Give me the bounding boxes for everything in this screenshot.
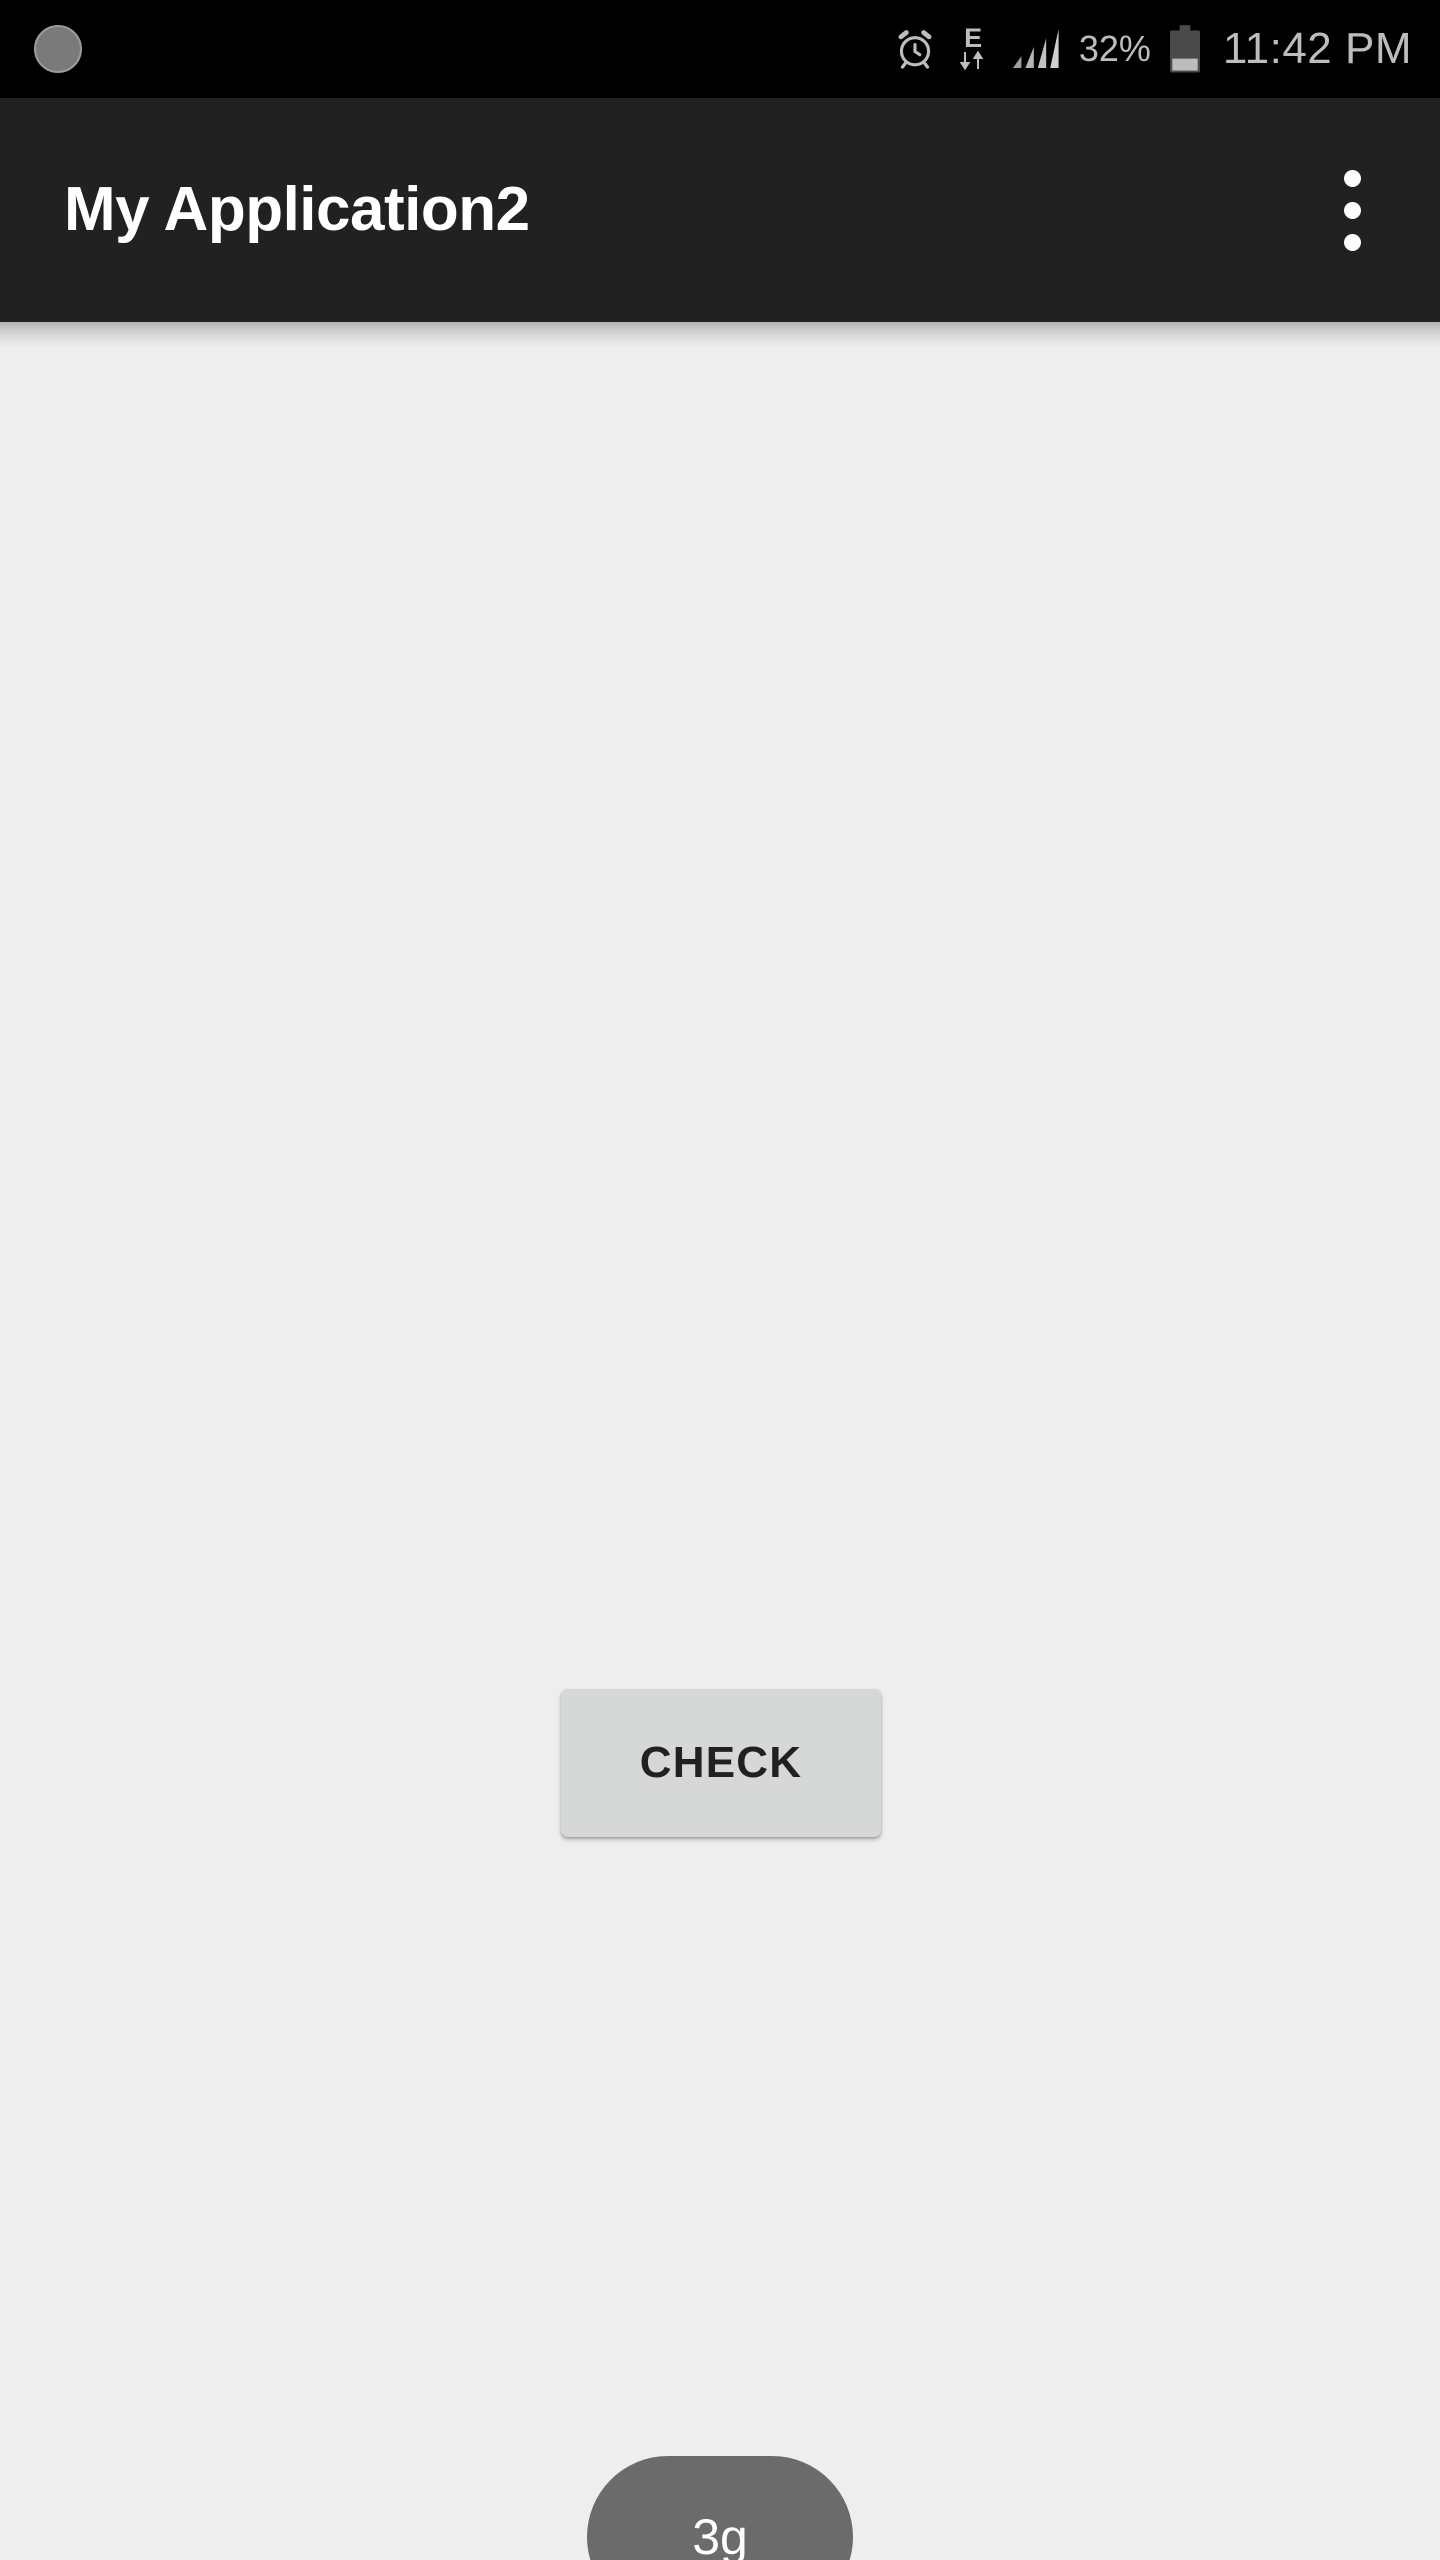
signal-bars-icon (1012, 29, 1059, 68)
status-bar-clock: 11:42 PM (1222, 24, 1412, 73)
circle-notification-icon (34, 25, 82, 73)
toolbar-shadow (0, 322, 1440, 348)
overflow-dot-3 (1343, 233, 1361, 251)
edge-data-icon: E (953, 23, 993, 71)
battery-icon (1169, 25, 1200, 73)
overflow-menu-icon[interactable] (1304, 162, 1400, 258)
main-content: CHECK 3g (0, 322, 1440, 2560)
status-bar-indicators: E 32% 11:42 PM (893, 24, 1412, 74)
status-bar[interactable]: E 32% 11:42 PM (0, 0, 1440, 98)
toast-message: 3g (587, 2456, 853, 2560)
app-toolbar: My Application2 (0, 98, 1440, 322)
page-title: My Application2 (64, 175, 530, 244)
overflow-dot-1 (1343, 169, 1361, 187)
check-button[interactable]: CHECK (561, 1689, 881, 1837)
alarm-clock-icon (898, 30, 932, 69)
data-transfer-arrows-icon (959, 50, 984, 71)
network-type-label: E (964, 23, 982, 54)
battery-percent-label: 32% (1078, 28, 1151, 69)
overflow-dot-2 (1343, 201, 1361, 219)
